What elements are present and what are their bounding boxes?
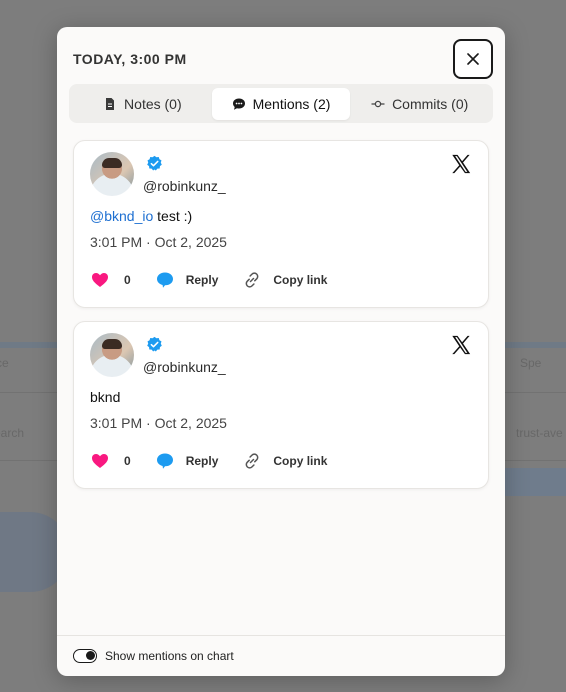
tab-mentions[interactable]: Mentions (2) <box>211 87 351 120</box>
copy-link-label: Copy link <box>273 273 328 287</box>
reply-label: Reply <box>185 454 219 468</box>
backdrop-label: Spe <box>520 356 542 370</box>
tweet-body: bknd <box>90 389 121 405</box>
user-handle[interactable]: @robinkunz_ <box>143 359 226 375</box>
chat-bubble-icon <box>232 98 245 110</box>
tweet-timestamp[interactable]: 3:01 PM · Oct 2, 2025 <box>90 234 227 250</box>
backdrop-label: earch <box>0 426 25 440</box>
reply-button[interactable]: Reply <box>155 270 219 290</box>
tab-label: Commits (0) <box>392 95 469 112</box>
like-count: 0 <box>124 273 131 287</box>
tab-notes[interactable]: Notes (0) <box>73 88 212 120</box>
copy-link-button[interactable]: Copy link <box>242 451 327 471</box>
x-logo-icon[interactable] <box>450 334 472 356</box>
mention-card: @robinkunz_ bknd 3:01 PM · Oct 2, 2025 0… <box>73 321 489 489</box>
verified-badge-icon <box>147 336 162 352</box>
tweet-body: test :) <box>153 208 193 224</box>
dialog-footer: Show mentions on chart <box>57 635 505 676</box>
tweet-actions: 0 Reply Copy link <box>90 270 327 290</box>
close-button[interactable] <box>453 39 493 79</box>
toggle-knob <box>86 651 95 660</box>
dialog-title: TODAY, 3:00 PM <box>73 51 187 67</box>
mention-card: @robinkunz_ @bknd_io test :) 3:01 PM · O… <box>73 140 489 308</box>
document-icon <box>106 97 115 110</box>
verified-badge-icon <box>147 155 162 171</box>
mentions-dialog: TODAY, 3:00 PM Notes (0) Mentions (2) Co… <box>57 27 505 676</box>
x-logo-icon[interactable] <box>450 153 472 175</box>
tab-commits[interactable]: Commits (0) <box>350 88 489 120</box>
reply-bubble-icon <box>156 453 173 469</box>
tweet-actions: 0 Reply Copy link <box>90 451 327 471</box>
tab-label: Notes (0) <box>124 95 182 112</box>
link-icon <box>245 453 259 469</box>
copy-link-label: Copy link <box>273 454 328 468</box>
tweet-timestamp[interactable]: 3:01 PM · Oct 2, 2025 <box>90 415 227 431</box>
toggle-label: Show mentions on chart <box>105 649 234 663</box>
show-mentions-toggle[interactable] <box>73 649 97 663</box>
user-handle[interactable]: @robinkunz_ <box>143 178 226 194</box>
reply-label: Reply <box>185 273 219 287</box>
tab-bar: Notes (0) Mentions (2) Commits (0) <box>69 84 493 123</box>
commit-icon <box>371 100 385 107</box>
link-icon <box>245 272 259 288</box>
like-button[interactable] <box>90 270 110 290</box>
reply-button[interactable]: Reply <box>155 451 219 471</box>
tweet-text: bknd <box>90 389 120 405</box>
heart-icon <box>92 273 108 287</box>
backdrop-label: ce <box>0 356 9 370</box>
mention-link[interactable]: @bknd_io <box>90 208 153 224</box>
tweet-text: @bknd_io test :) <box>90 208 192 224</box>
close-icon <box>467 53 479 65</box>
copy-link-button[interactable]: Copy link <box>242 270 327 290</box>
tab-label: Mentions (2) <box>252 95 331 112</box>
reply-bubble-icon <box>156 272 173 288</box>
like-button[interactable] <box>90 451 110 471</box>
avatar[interactable] <box>90 152 134 196</box>
backdrop-highlight <box>505 468 566 496</box>
heart-icon <box>92 454 108 468</box>
avatar[interactable] <box>90 333 134 377</box>
backdrop-label: trust-ave <box>516 426 563 440</box>
like-count: 0 <box>124 454 131 468</box>
